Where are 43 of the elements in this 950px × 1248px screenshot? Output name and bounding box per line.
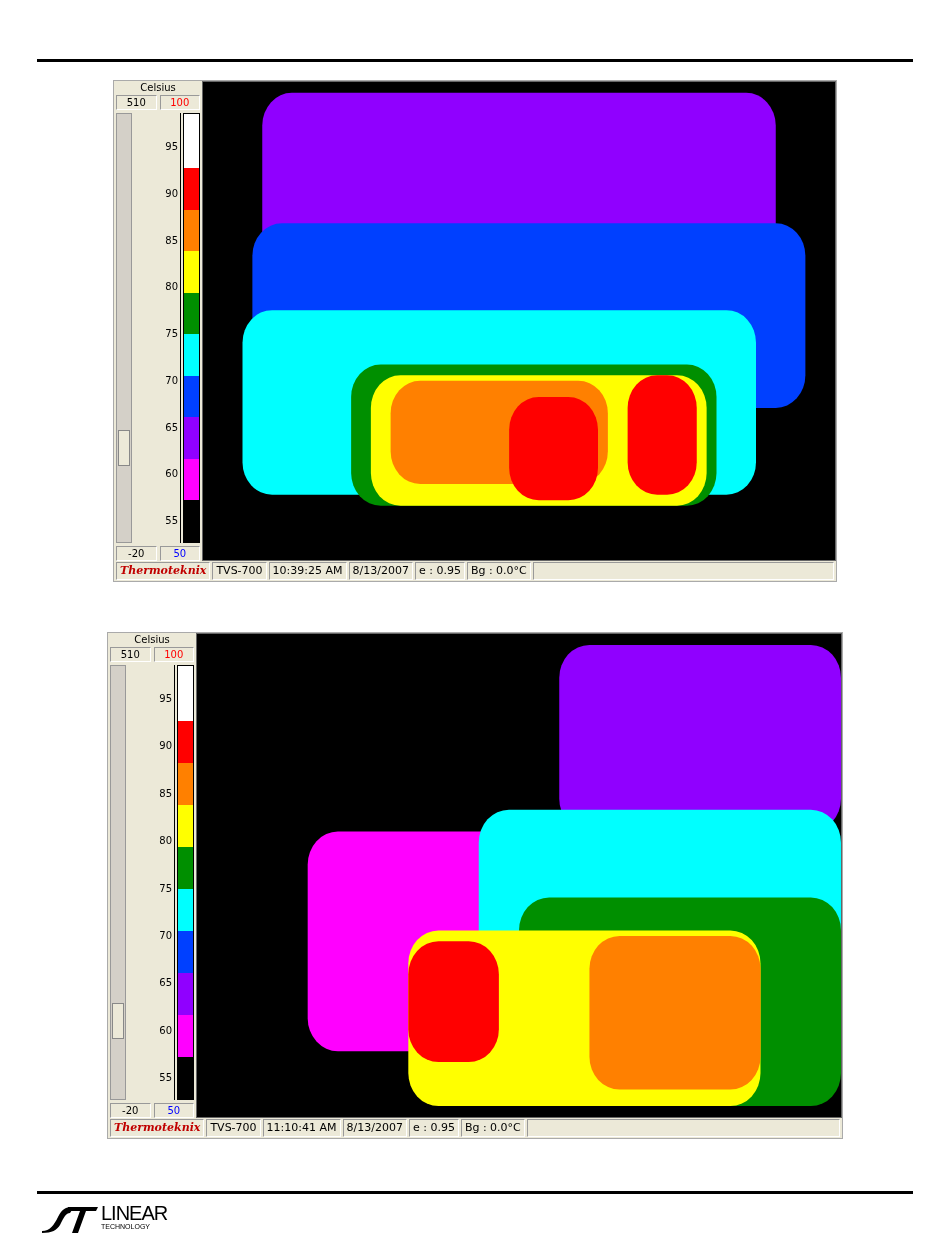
status-field: e : 0.95 — [414, 562, 465, 580]
scale-min-field[interactable]: 50 — [159, 546, 200, 561]
tick-label: 55 — [159, 1072, 172, 1084]
status-field: TVS-700 — [206, 1119, 261, 1137]
status-field: TVS-700 — [212, 562, 267, 580]
status-field: 8/13/2007 — [342, 1119, 407, 1137]
scale-max-field[interactable]: 510 — [116, 95, 157, 110]
status-field: e : 0.95 — [408, 1119, 459, 1137]
tick-label: 70 — [165, 374, 178, 387]
slider-track[interactable] — [110, 665, 126, 1100]
brand-label: Thermoteknix — [110, 1119, 205, 1137]
tick-label: 90 — [165, 187, 178, 200]
slider-track[interactable] — [116, 113, 132, 543]
slider-thumb[interactable] — [118, 429, 130, 466]
tick-label: 80 — [159, 835, 172, 848]
scale-min-field[interactable]: 50 — [153, 1103, 194, 1118]
scale-max-field[interactable]: 510 — [110, 647, 151, 662]
tick-label: 85 — [165, 234, 178, 247]
tick-label: 75 — [165, 328, 178, 340]
tick-label: 95 — [165, 141, 178, 153]
tick-label: 60 — [159, 1024, 172, 1037]
tick-label: 90 — [159, 740, 172, 753]
tick-label: 65 — [165, 421, 178, 434]
slider-thumb[interactable] — [112, 1003, 124, 1040]
tick-label: 80 — [165, 281, 178, 294]
tick-label: 85 — [159, 787, 172, 800]
tick-label: 75 — [159, 882, 172, 895]
status-field: 10:39:25 AM — [268, 562, 347, 580]
tick-label: 95 — [159, 693, 172, 705]
tick-label: 60 — [165, 468, 178, 481]
tick-label: 55 — [165, 515, 178, 527]
scale-min-field[interactable]: -20 — [110, 1103, 151, 1118]
status-field: Bg : 0.0°C — [460, 1119, 525, 1137]
status-field: Bg : 0.0°C — [466, 562, 531, 580]
logo-wordmark: LINEAR — [101, 1203, 168, 1223]
status-field: 8/13/2007 — [348, 562, 413, 580]
status-field: 11:10:41 AM — [262, 1119, 341, 1137]
tick-label: 65 — [159, 977, 172, 990]
unit-label: Celsius — [133, 633, 171, 647]
scale-min-field[interactable]: -20 — [116, 546, 157, 561]
tick-label: 70 — [159, 929, 172, 942]
brand-label: Thermoteknix — [116, 562, 211, 580]
unit-label: Celsius — [139, 81, 177, 95]
